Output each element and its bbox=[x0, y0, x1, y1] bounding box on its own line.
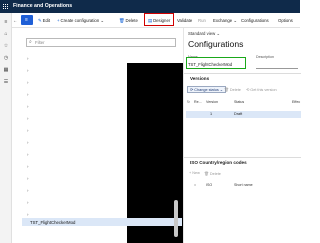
description-field[interactable] bbox=[256, 62, 298, 69]
workspaces-icon[interactable]: ▦ bbox=[3, 67, 9, 73]
configurations-tab[interactable]: Configurations bbox=[241, 17, 269, 24]
tree-expander-icon[interactable]: › bbox=[27, 164, 33, 170]
version-value: 1 bbox=[210, 112, 213, 116]
designer-highlight-box bbox=[144, 13, 174, 26]
iso-delete-button[interactable]: 🗑 Delete bbox=[204, 171, 221, 176]
hamburger-icon[interactable]: ≡ bbox=[3, 19, 9, 25]
app-title: Finance and Operations bbox=[13, 3, 73, 9]
get-this-version-button[interactable]: ⟲ Get this version bbox=[246, 87, 277, 92]
back-arrow-icon[interactable]: ← bbox=[13, 17, 17, 24]
change-status-dropdown[interactable]: ⟳ Change status ⌄ bbox=[187, 86, 226, 93]
plus-icon: + bbox=[57, 18, 60, 23]
trash-icon: 🗑 bbox=[119, 18, 125, 23]
create-configuration-button[interactable]: +Create configuration ⌄ bbox=[57, 17, 104, 24]
page-title: Configurations bbox=[188, 39, 244, 49]
column-header-re: Re... bbox=[194, 100, 202, 104]
tree-expander-icon[interactable]: › bbox=[27, 80, 33, 86]
tree-expander-icon[interactable]: › bbox=[27, 152, 33, 158]
options-tab[interactable]: Options bbox=[278, 17, 293, 24]
column-header-iso: ISO bbox=[206, 183, 213, 187]
navigation-rail: ≡ ⌂ ☆ ◷ ▦ ☰ bbox=[0, 13, 12, 243]
app-launcher-icon[interactable] bbox=[3, 4, 8, 9]
tree-expander-icon[interactable]: › bbox=[27, 56, 33, 62]
tree-expander-icon[interactable]: › bbox=[27, 104, 33, 110]
status-value: Draft bbox=[234, 112, 243, 116]
iso-section-header[interactable]: ISO Country/region codes bbox=[184, 157, 301, 166]
delete-button[interactable]: 🗑Delete bbox=[119, 17, 138, 24]
versions-delete-button[interactable]: 🗑 Delete bbox=[224, 87, 241, 92]
run-button[interactable]: Run bbox=[198, 17, 206, 24]
recent-icon[interactable]: ◷ bbox=[3, 55, 9, 61]
top-bar: Finance and Operations bbox=[0, 0, 300, 13]
tree-expander-icon[interactable]: › bbox=[27, 200, 33, 206]
filter-input[interactable]: ⌕ Filter bbox=[26, 38, 176, 47]
tree-item-selected[interactable]: TST_FlightCheckerMod bbox=[22, 218, 182, 226]
name-highlight-box bbox=[186, 57, 246, 69]
modules-icon[interactable]: ☰ bbox=[3, 79, 9, 85]
column-header-version: Version bbox=[206, 100, 218, 104]
tree-scrollbar[interactable] bbox=[174, 200, 178, 237]
column-header-short-name: Short name bbox=[234, 183, 253, 187]
tree-expander-icon[interactable]: › bbox=[27, 68, 33, 74]
favorites-icon[interactable]: ☆ bbox=[3, 43, 9, 49]
column-header-effective: Effec bbox=[292, 100, 301, 104]
home-icon[interactable]: ⌂ bbox=[3, 31, 9, 37]
exchange-button[interactable]: Exchange ⌄ bbox=[213, 17, 237, 24]
configuration-tree-pane: ⌕ Filter › › › › › › › › › › › › › › bbox=[21, 34, 184, 243]
edit-button[interactable]: ✎Edit bbox=[38, 17, 50, 24]
save-icon: ≡ bbox=[25, 17, 28, 23]
validate-button[interactable]: Validate bbox=[177, 17, 192, 24]
tree-expander-icon[interactable]: › bbox=[27, 116, 33, 122]
iso-new-button[interactable]: + New bbox=[189, 171, 200, 175]
select-all-checkbox[interactable]: ○ bbox=[194, 183, 196, 187]
tree-expander-icon[interactable]: › bbox=[27, 176, 33, 182]
tree-expander-icon[interactable]: › bbox=[27, 140, 33, 146]
view-selector[interactable]: Standard view ⌄ bbox=[188, 31, 220, 37]
pencil-icon: ✎ bbox=[38, 18, 42, 23]
versions-section-header[interactable]: Versions bbox=[184, 73, 301, 82]
description-label: Description bbox=[256, 55, 274, 59]
filter-icon: ⌕ bbox=[29, 40, 32, 45]
tree-expander-icon[interactable]: › bbox=[27, 92, 33, 98]
tree-expander-icon[interactable]: › bbox=[27, 188, 33, 194]
column-header-status: Status bbox=[234, 100, 245, 104]
grid-refresh-icon[interactable]: ↻ bbox=[187, 100, 190, 104]
version-row[interactable]: 1 Draft bbox=[186, 111, 301, 118]
save-button[interactable]: ≡ bbox=[21, 15, 33, 25]
app-window: Finance and Operations ≡ ⌂ ☆ ◷ ▦ ☰ ← ✎Ed… bbox=[0, 0, 301, 243]
tree-expander-icon[interactable]: › bbox=[27, 128, 33, 134]
